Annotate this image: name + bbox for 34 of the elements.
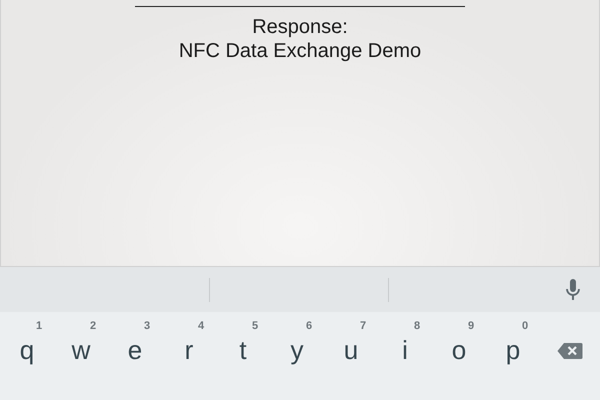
key-letter: q	[20, 334, 34, 367]
microphone-icon[interactable]	[566, 278, 580, 300]
key-hint: 1	[36, 320, 42, 332]
key-letter: i	[402, 334, 408, 367]
key-letter: y	[290, 334, 304, 367]
keyboard-key[interactable]: 1 q	[0, 312, 54, 372]
keyboard-key[interactable]: 3 e	[108, 312, 162, 372]
key-hint: 2	[90, 320, 96, 332]
key-letter: w	[72, 334, 90, 367]
key-letter: o	[452, 334, 466, 367]
backspace-icon	[557, 342, 583, 360]
keyboard-key[interactable]: 4 r	[162, 312, 216, 372]
keyboard-key[interactable]: 0 p	[486, 312, 540, 372]
key-hint: 4	[198, 320, 204, 332]
key-hint: 6	[306, 320, 312, 332]
key-letter: u	[344, 334, 358, 367]
keyboard-key[interactable]: 7 u	[324, 312, 378, 372]
key-hint: 0	[522, 320, 528, 332]
keyboard-key[interactable]: 5 t	[216, 312, 270, 372]
response-text: NFC Data Exchange Demo	[178, 39, 422, 63]
response-label: Response:	[252, 15, 348, 39]
key-hint: 8	[414, 320, 420, 332]
keyboard-key[interactable]: 9 o	[432, 312, 486, 372]
key-letter: p	[506, 334, 520, 367]
keyboard-key[interactable]: 2 w	[54, 312, 108, 372]
keyboard-key[interactable]: 6 y	[270, 312, 324, 372]
keyboard-key[interactable]: 8 i	[378, 312, 432, 372]
key-letter: t	[239, 334, 247, 367]
key-hint: 5	[252, 320, 258, 332]
key-letter: r	[184, 334, 194, 367]
key-letter: e	[128, 334, 142, 367]
key-hint: 9	[468, 320, 474, 332]
key-hint: 3	[144, 320, 150, 332]
key-hint: 7	[360, 320, 366, 332]
